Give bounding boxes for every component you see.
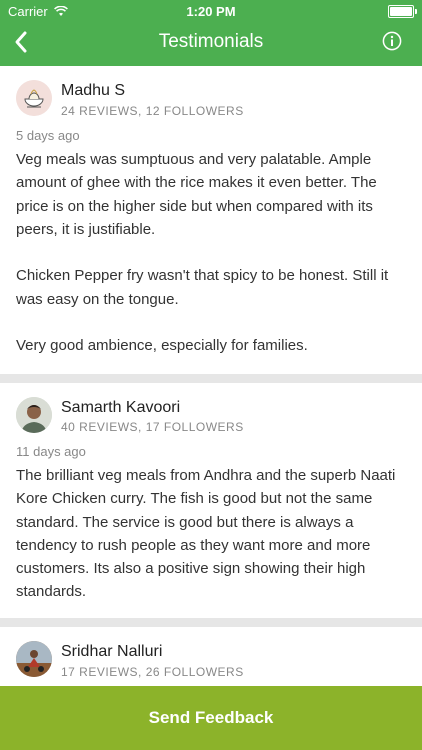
review-text: The brilliant veg meals from Andhra and … — [16, 467, 400, 601]
avatar — [16, 80, 52, 116]
review-divider — [0, 618, 422, 627]
status-time: 1:20 PM — [186, 4, 236, 19]
reviewer-name[interactable]: Samarth Kavoori — [61, 399, 180, 417]
info-icon[interactable] — [382, 31, 402, 51]
top-bar: Carrier 1:20 PM Testimonials — [0, 0, 422, 66]
nav-bar: Testimonials — [0, 22, 422, 66]
review-date: 5 days ago — [16, 128, 80, 143]
review-card: Samarth Kavoori 40 REVIEWS, 17 FOLLOWERS… — [0, 383, 422, 618]
review-date: 11 days ago — [16, 444, 86, 459]
reviewer-stats: 40 REVIEWS, 17 FOLLOWERS — [61, 420, 244, 434]
reviewer-name[interactable]: Madhu S — [61, 82, 125, 100]
review-text: Veg meals was sumptuous and very palatab… — [16, 151, 389, 355]
avatar — [16, 641, 52, 677]
reviewer-name[interactable]: Sridhar Nalluri — [61, 643, 162, 661]
battery-icon — [388, 5, 417, 18]
status-bar: Carrier 1:20 PM — [0, 0, 422, 22]
food-bowl-icon — [16, 80, 52, 116]
review-card: Sridhar Nalluri 17 REVIEWS, 26 FOLLOWERS — [0, 627, 422, 686]
page-title: Testimonials — [158, 31, 264, 52]
send-feedback-button[interactable]: Send Feedback — [0, 686, 422, 750]
send-feedback-label: Send Feedback — [148, 708, 274, 727]
avatar — [16, 397, 52, 433]
person-photo-icon — [16, 641, 52, 677]
review-divider — [0, 374, 422, 383]
reviewer-stats: 24 REVIEWS, 12 FOLLOWERS — [61, 104, 244, 118]
person-photo-icon — [16, 397, 52, 433]
review-card: Madhu S 24 REVIEWS, 12 FOLLOWERS 5 days … — [0, 66, 422, 374]
reviewer-stats: 17 REVIEWS, 26 FOLLOWERS — [61, 665, 244, 679]
